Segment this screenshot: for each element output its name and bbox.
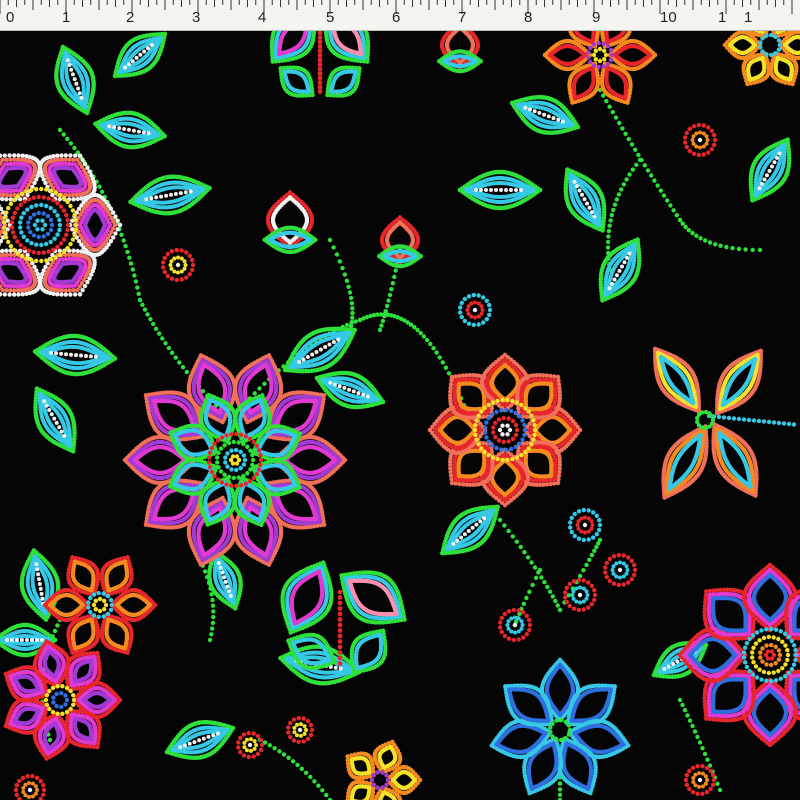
ruler-number: 2 [126, 10, 134, 25]
ruler-number: 10 [660, 10, 677, 25]
ruler-number: 8 [524, 10, 532, 25]
ruler-number: 1 [744, 10, 752, 25]
ruler-number: 4 [258, 10, 266, 25]
ruler-number: 1 [62, 10, 70, 25]
beaded-floral-pattern [0, 0, 800, 800]
fabric-swatch: 0 1 2 3 4 5 6 7 8 9 10 1 1 [0, 0, 800, 800]
ruler-number: 5 [326, 10, 334, 25]
ruler-number: 1 [718, 10, 726, 25]
measuring-ruler: 0 1 2 3 4 5 6 7 8 9 10 1 1 [0, 0, 800, 31]
ruler-number: 9 [592, 10, 600, 25]
ruler-number: 3 [192, 10, 200, 25]
ruler-number: 7 [458, 10, 466, 25]
ruler-number: 6 [392, 10, 400, 25]
ruler-number: 0 [6, 10, 14, 25]
